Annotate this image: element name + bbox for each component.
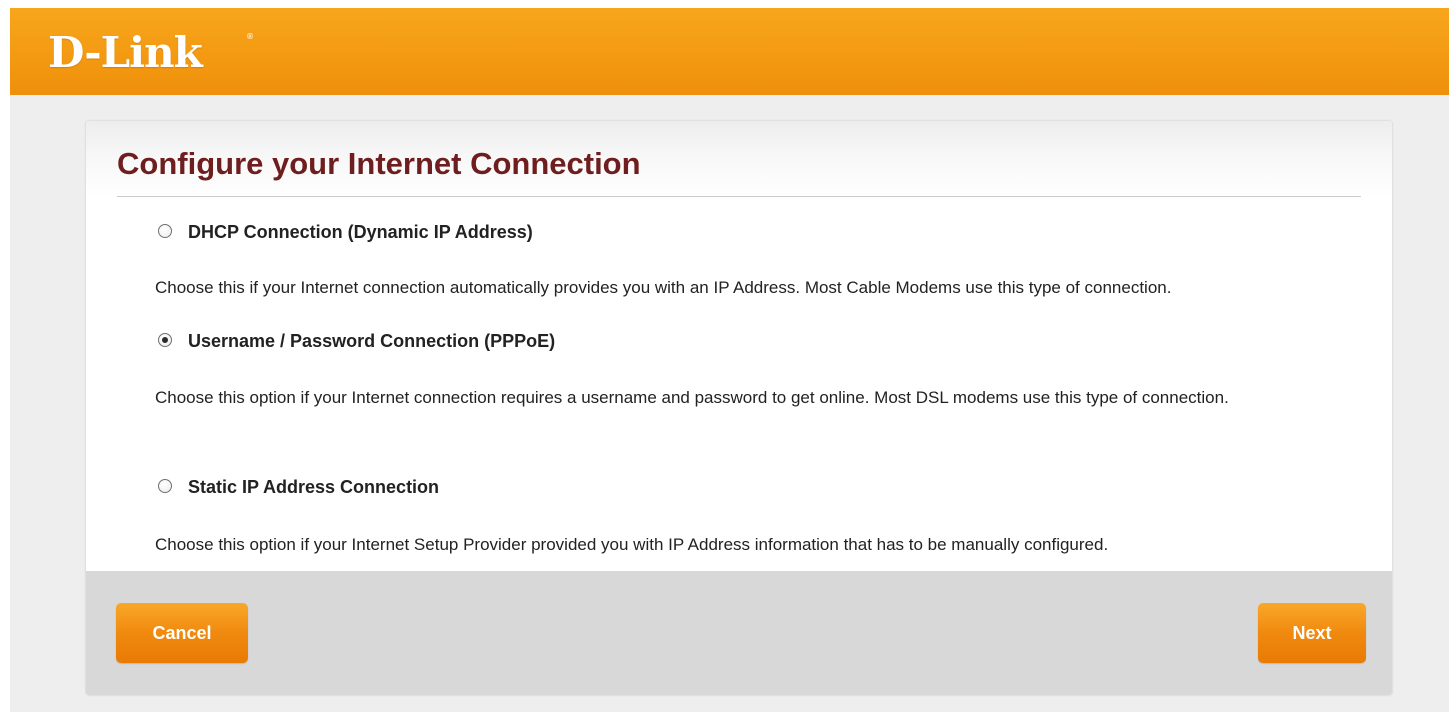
page-frame: D-Link ® Configure your Internet Connect…: [10, 8, 1449, 712]
radio-static-ip[interactable]: [158, 479, 172, 493]
setup-panel: Configure your Internet Connection DHCP …: [86, 121, 1392, 695]
next-button[interactable]: Next: [1258, 603, 1366, 663]
option-dhcp-label: DHCP Connection (Dynamic IP Address): [188, 222, 533, 242]
panel-header: Configure your Internet Connection: [86, 121, 1392, 197]
radio-dhcp[interactable]: [158, 224, 172, 238]
option-pppoe-label: Username / Password Connection (PPPoE): [188, 331, 556, 351]
panel-footer: Cancel Next: [86, 571, 1392, 695]
radio-pppoe[interactable]: [158, 333, 172, 347]
option-dhcp-description: Choose this if your Internet connection …: [155, 278, 1172, 297]
cancel-button[interactable]: Cancel: [116, 603, 248, 663]
registered-mark: ®: [246, 32, 254, 41]
dlink-logo: D-Link: [48, 28, 203, 77]
option-static-ip-description: Choose this option if your Internet Setu…: [155, 535, 1109, 554]
header-bar: D-Link ®: [10, 8, 1449, 95]
title-divider: [117, 196, 1361, 197]
option-static-ip-label: Static IP Address Connection: [188, 477, 440, 497]
option-pppoe-description: Choose this option if your Internet conn…: [155, 388, 1229, 407]
page-title: Configure your Internet Connection: [117, 146, 641, 181]
